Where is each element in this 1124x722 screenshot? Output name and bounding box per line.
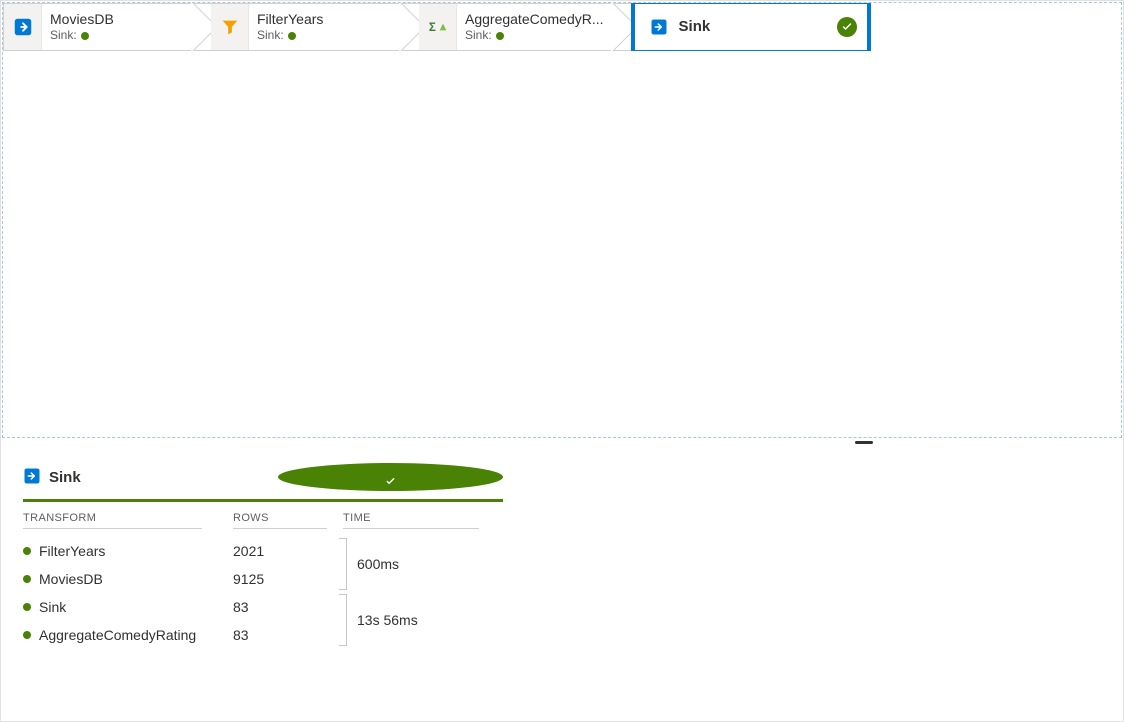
sink-icon [645, 18, 673, 36]
details-title: Sink [49, 469, 81, 486]
details-table: TRANSFORM FilterYears MoviesDB Sink Aggr… [23, 506, 503, 649]
status-dot-icon [288, 32, 296, 40]
rows-value: 83 [233, 593, 343, 621]
details-header: Sink [23, 463, 503, 502]
table-row: Sink [23, 593, 233, 621]
col-header-rows: ROWS [233, 506, 327, 529]
node-title: AggregateComedyR... [465, 11, 604, 29]
node-subtitle: Sink: [50, 28, 114, 43]
node-title: Sink [679, 18, 711, 37]
source-icon [4, 4, 42, 50]
status-dot-icon [23, 603, 31, 611]
details-panel: Sink TRANSFORM FilterYears MoviesDB Sink… [1, 445, 1123, 721]
col-header-transform: TRANSFORM [23, 506, 202, 529]
status-dot-icon [23, 547, 31, 555]
pane-splitter[interactable] [1, 439, 1123, 445]
sink-icon [23, 467, 41, 488]
status-dot-icon [81, 32, 89, 40]
flow-node-moviesdb[interactable]: MoviesDB Sink: [3, 3, 213, 51]
rows-value: 9125 [233, 565, 343, 593]
node-title: MoviesDB [50, 11, 114, 29]
rows-value: 2021 [233, 537, 343, 565]
success-check-icon [278, 463, 503, 491]
flow-node-filteryears[interactable]: FilterYears Sink: [211, 3, 421, 51]
success-check-icon [837, 17, 857, 37]
rows-value: 83 [233, 621, 343, 649]
node-subtitle: Sink: [257, 28, 323, 43]
time-value: 13s 56ms [357, 612, 418, 628]
flow-node-aggregate[interactable]: Σ AggregateComedyR... Sink: [419, 3, 633, 51]
time-value: 600ms [357, 556, 399, 572]
time-brackets: 600ms 13s 56ms [339, 536, 418, 649]
aggregate-icon: Σ [419, 4, 457, 50]
node-title: FilterYears [257, 11, 323, 29]
table-row: AggregateComedyRating [23, 621, 233, 649]
svg-text:Σ: Σ [428, 21, 435, 34]
status-dot-icon [496, 32, 504, 40]
flow-canvas[interactable]: MoviesDB Sink: Fi [2, 2, 1122, 438]
col-header-time: TIME [343, 506, 479, 529]
flow-row: MoviesDB Sink: Fi [3, 3, 1121, 51]
table-row: MoviesDB [23, 565, 233, 593]
status-dot-icon [23, 631, 31, 639]
status-dot-icon [23, 575, 31, 583]
flow-node-sink[interactable]: Sink [631, 3, 871, 51]
app-root: MoviesDB Sink: Fi [0, 0, 1124, 722]
node-subtitle: Sink: [465, 28, 604, 43]
filter-icon [211, 4, 249, 50]
table-row: FilterYears [23, 537, 233, 565]
